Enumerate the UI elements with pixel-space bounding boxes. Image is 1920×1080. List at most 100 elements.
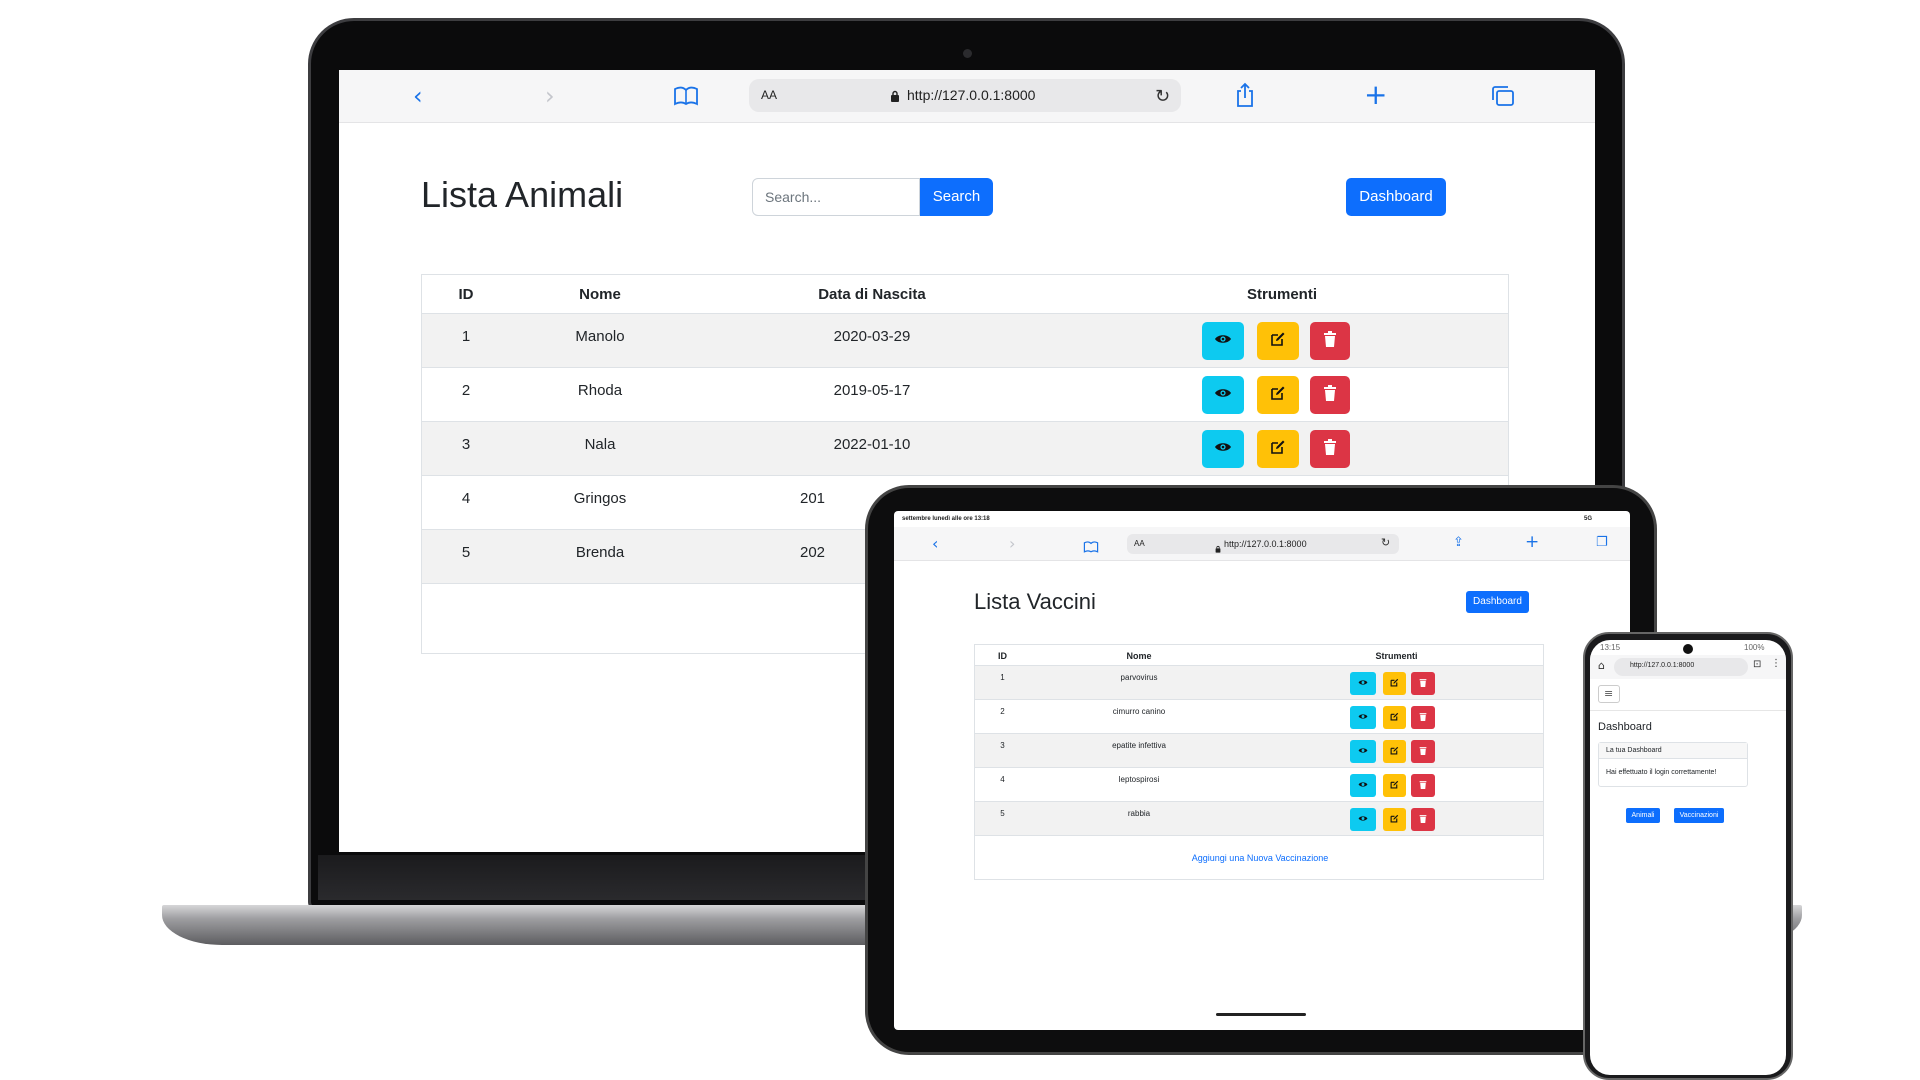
table-header: ID Nome Strumenti [975,645,1543,666]
eye-icon [1214,332,1232,350]
search-input[interactable]: Search... [752,178,920,216]
edit-button[interactable] [1383,774,1406,797]
eye-icon [1214,386,1232,404]
delete-button[interactable] [1411,706,1435,729]
trash-icon [1323,384,1337,406]
table-row: 3 epatite infettiva [975,734,1543,768]
laptop-camera [963,49,972,58]
eye-icon [1358,679,1368,688]
delete-button[interactable] [1411,774,1435,797]
edit-button[interactable] [1383,808,1406,831]
phone-browser-toolbar: ⌂ http://127.0.0.1:8000 ⊡ ⋮ [1590,655,1786,679]
edit-button[interactable] [1257,376,1299,414]
navbar-toggler[interactable]: ≡ [1598,685,1620,703]
delete-button[interactable] [1411,740,1435,763]
hamburger-icon: ≡ [1604,687,1614,700]
eye-icon [1358,747,1368,756]
menu-icon[interactable]: ⋮ [1771,658,1781,669]
forward-chevron-icon[interactable]: › [545,82,555,110]
laptop-url-bar[interactable]: AA http://127.0.0.1:8000 ↻ [749,79,1181,112]
table-row: 2 cimurro canino [975,700,1543,734]
row-nome: leptospirosi [1118,775,1160,784]
text-size-button[interactable]: AA [1134,539,1145,548]
row-data: 201 [800,490,826,507]
trash-icon [1323,438,1337,460]
row-id: 4 [461,490,471,507]
column-header-id: ID [458,286,474,303]
row-id: 2 [1000,707,1005,716]
text-size-button[interactable]: AA [761,88,777,102]
new-tab-icon[interactable]: + [1525,532,1539,552]
edit-button[interactable] [1383,740,1406,763]
row-nome: cimurro canino [1112,707,1166,716]
row-id: 5 [461,544,471,561]
divider [1590,710,1786,711]
row-data: 2022-01-10 [833,436,911,453]
tablet-url-bar[interactable]: AA http://127.0.0.1:8000 ↻ [1127,534,1399,554]
home-icon[interactable]: ⌂ [1598,659,1605,672]
view-button[interactable] [1202,322,1244,360]
vaccinazioni-button[interactable]: Vaccinazioni [1674,808,1724,823]
pencil-square-icon [1390,780,1399,791]
view-button[interactable] [1202,430,1244,468]
view-button[interactable] [1202,376,1244,414]
laptop-url-text: http://127.0.0.1:8000 [907,87,1036,103]
share-icon[interactable] [1235,82,1255,112]
tabs-icon[interactable]: ⊡ [1753,659,1761,670]
dashboard-button[interactable]: Dashboard [1466,591,1529,613]
delete-button[interactable] [1310,322,1350,360]
pencil-square-icon [1390,746,1399,757]
new-tab-icon[interactable]: + [1364,78,1387,111]
row-nome: parvovirus [1120,673,1158,682]
phone-url-bar[interactable]: http://127.0.0.1:8000 [1614,658,1748,676]
tablet-status-time: settembre lunedì alle ore 13:18 [902,516,990,522]
bookmarks-icon[interactable] [1083,538,1099,557]
animali-button[interactable]: Animali [1626,808,1660,823]
delete-button[interactable] [1310,376,1350,414]
delete-button[interactable] [1411,672,1435,695]
reload-icon[interactable]: ↻ [1381,536,1390,549]
dashboard-button[interactable]: Dashboard [1346,178,1446,216]
row-nome: Rhoda [577,382,623,399]
view-button[interactable] [1350,740,1376,763]
eye-icon [1358,781,1368,790]
dashboard-heading: Dashboard [1598,721,1652,733]
bookmarks-icon[interactable] [673,86,699,110]
pencil-square-icon [1270,439,1286,460]
search-placeholder: Search... [765,189,822,205]
edit-button[interactable] [1257,430,1299,468]
edit-button[interactable] [1383,706,1406,729]
trash-icon [1419,780,1427,791]
forward-chevron-icon[interactable]: › [1009,534,1015,553]
eye-icon [1358,713,1368,722]
row-id: 1 [1000,673,1005,682]
tabs-icon[interactable]: ❐ [1596,535,1608,550]
tabs-icon[interactable] [1491,85,1515,111]
delete-button[interactable] [1310,430,1350,468]
eye-icon [1214,440,1232,458]
row-id: 2 [461,382,471,399]
view-button[interactable] [1350,672,1376,695]
phone-status-time: 13:15 [1600,643,1621,652]
view-button[interactable] [1350,774,1376,797]
pencil-square-icon [1390,678,1399,689]
column-header-nome: Nome [579,286,621,303]
edit-button[interactable] [1383,672,1406,695]
page-title: Lista Vaccini [974,589,1096,614]
delete-button[interactable] [1411,808,1435,831]
view-button[interactable] [1350,808,1376,831]
column-header-strumenti: Strumenti [1375,651,1418,661]
back-chevron-icon[interactable]: ‹ [932,534,938,553]
row-nome: Manolo [575,328,625,345]
table-row: 1 Manolo 2020-03-29 [422,314,1508,368]
edit-button[interactable] [1257,322,1299,360]
row-data: 2019-05-17 [833,382,911,399]
column-header-nome: Nome [1126,651,1152,661]
view-button[interactable] [1350,706,1376,729]
dashboard-card: La tua Dashboard Hai effettuato il login… [1598,742,1748,787]
add-vaccination-link[interactable]: Aggiungi una Nuova Vaccinazione [975,853,1545,863]
search-button[interactable]: Search [920,178,993,216]
reload-icon[interactable]: ↻ [1155,86,1170,107]
back-chevron-icon[interactable]: ‹ [413,82,423,110]
share-icon[interactable]: ⇪ [1453,535,1464,550]
